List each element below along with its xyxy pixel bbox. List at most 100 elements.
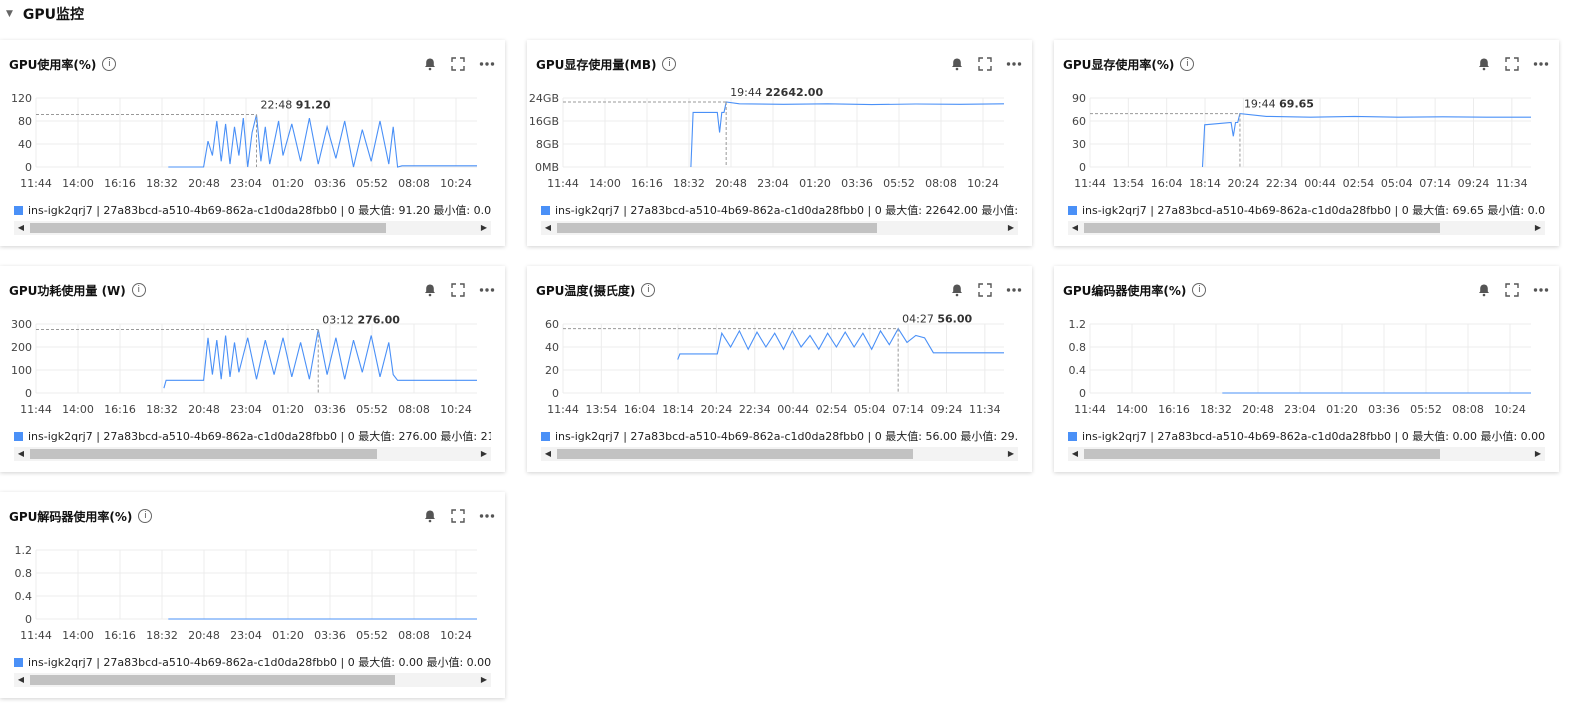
scroll-right-icon[interactable]: ▶ <box>1004 221 1018 235</box>
chart-plot[interactable]: 0 0.4 0.8 1.2 11:44 14:00 16:16 18:32 20:48 23:04… <box>1054 314 1559 424</box>
bell-icon[interactable] <box>423 509 437 523</box>
more-icon[interactable] <box>1533 283 1549 297</box>
y-tick-label: 0.8 <box>15 567 33 580</box>
legend-swatch <box>1068 431 1077 441</box>
scrollbar-thumb[interactable] <box>557 449 913 459</box>
info-icon[interactable]: i <box>131 283 146 297</box>
scroll-left-icon[interactable]: ◀ <box>1068 447 1082 461</box>
scroll-left-icon[interactable]: ◀ <box>541 221 555 235</box>
bell-icon[interactable] <box>423 283 437 297</box>
fullscreen-icon[interactable] <box>451 283 465 297</box>
legend-text: ins-igk2qrj7 | 27a83bcd-a510-4b69-862a-c… <box>555 204 1018 217</box>
chart-plot[interactable]: 0 30 60 90 11:44 13:54 16:04 18:14 20:24 22:34 00:… <box>1054 88 1559 198</box>
chart-card: GPU显存使用率(%) i 0 30 60 90 11:44 13:54 16:04 18:1… <box>1054 40 1559 246</box>
bell-icon[interactable] <box>423 57 437 71</box>
legend-scrollbar[interactable]: ◀ ▶ <box>541 447 1018 461</box>
x-tick-label: 16:16 <box>104 177 136 190</box>
scroll-right-icon[interactable]: ▶ <box>1531 447 1545 461</box>
chart-card: GPU编码器使用率(%) i 0 0.4 0.8 1.2 11:44 14:00 16:16… <box>1054 266 1559 472</box>
more-icon[interactable] <box>1533 57 1549 71</box>
chart-plot[interactable]: 0 20 40 60 11:44 13:54 16:04 18:14 20:24 22:34 00:… <box>527 314 1032 424</box>
fullscreen-icon[interactable] <box>1505 57 1519 71</box>
bell-icon[interactable] <box>1477 283 1491 297</box>
scroll-right-icon[interactable]: ▶ <box>477 221 491 235</box>
info-icon[interactable]: i <box>138 509 153 523</box>
collapse-caret-icon[interactable]: ▼ <box>6 9 13 19</box>
more-icon[interactable] <box>479 57 495 71</box>
tooltip-time: 22:48 <box>261 99 296 112</box>
x-tick-label: 00:44 <box>777 403 809 416</box>
fullscreen-icon[interactable] <box>451 509 465 523</box>
scrollbar-thumb[interactable] <box>30 675 395 685</box>
x-tick-label: 20:24 <box>1228 177 1260 190</box>
scrollbar-thumb[interactable] <box>1084 449 1440 459</box>
y-tick-label: 30 <box>1072 138 1086 151</box>
chart-card: GPU功耗使用量 (W) i 0 100 200 300 11:44 14:00 16:16… <box>0 266 505 472</box>
more-icon[interactable] <box>1006 57 1022 71</box>
x-tick-label: 00:44 <box>1304 177 1336 190</box>
section-header[interactable]: ▼ GPU监控 <box>6 4 84 24</box>
chart-legend[interactable]: ins-igk2qrj7 | 27a83bcd-a510-4b69-862a-c… <box>14 428 491 444</box>
info-icon[interactable]: i <box>641 283 656 297</box>
x-tick-label: 02:54 <box>1343 177 1375 190</box>
tooltip-value: 69.65 <box>1279 98 1314 111</box>
more-icon[interactable] <box>1006 283 1022 297</box>
scrollbar-thumb[interactable] <box>30 449 377 459</box>
card-header: GPU功耗使用量 (W) i <box>9 280 495 300</box>
scroll-left-icon[interactable]: ◀ <box>1068 221 1082 235</box>
info-icon[interactable]: i <box>1192 283 1207 297</box>
tooltip-value: 276.00 <box>357 314 400 327</box>
scroll-right-icon[interactable]: ▶ <box>477 447 491 461</box>
x-tick-label: 01:20 <box>799 177 831 190</box>
chart-legend[interactable]: ins-igk2qrj7 | 27a83bcd-a510-4b69-862a-c… <box>1068 202 1545 218</box>
info-icon[interactable]: i <box>102 57 117 71</box>
x-tick-label: 11:44 <box>20 177 52 190</box>
chart-legend[interactable]: ins-igk2qrj7 | 27a83bcd-a510-4b69-862a-c… <box>541 202 1018 218</box>
scrollbar-thumb[interactable] <box>30 223 386 233</box>
x-tick-label: 05:52 <box>356 403 388 416</box>
series-line <box>677 327 1004 360</box>
y-tick-label: 8GB <box>536 138 559 151</box>
fullscreen-icon[interactable] <box>978 283 992 297</box>
legend-scrollbar[interactable]: ◀ ▶ <box>14 221 491 235</box>
chart-plot[interactable]: 0MB 8GB 16GB 24GB 11:44 14:00 16:16 18:32 20:48 2… <box>527 88 1032 198</box>
x-tick-label: 05:52 <box>356 629 388 642</box>
bell-icon[interactable] <box>1477 57 1491 71</box>
more-icon[interactable] <box>479 283 495 297</box>
chart-plot[interactable]: 0 100 200 300 11:44 14:00 16:16 18:32 20:48 23:04… <box>0 314 505 424</box>
chart-legend[interactable]: ins-igk2qrj7 | 27a83bcd-a510-4b69-862a-c… <box>1068 428 1545 444</box>
scrollbar-thumb[interactable] <box>1084 223 1440 233</box>
legend-scrollbar[interactable]: ◀ ▶ <box>1068 447 1545 461</box>
info-icon[interactable]: i <box>662 57 677 71</box>
scrollbar-thumb[interactable] <box>557 223 877 233</box>
scroll-left-icon[interactable]: ◀ <box>14 447 28 461</box>
scroll-right-icon[interactable]: ▶ <box>1531 221 1545 235</box>
legend-scrollbar[interactable]: ◀ ▶ <box>541 221 1018 235</box>
legend-scrollbar[interactable]: ◀ ▶ <box>1068 221 1545 235</box>
more-icon[interactable] <box>479 509 495 523</box>
legend-scrollbar[interactable]: ◀ ▶ <box>14 673 491 687</box>
legend-scrollbar[interactable]: ◀ ▶ <box>14 447 491 461</box>
chart-legend[interactable]: ins-igk2qrj7 | 27a83bcd-a510-4b69-862a-c… <box>541 428 1018 444</box>
scroll-left-icon[interactable]: ◀ <box>14 673 28 687</box>
x-tick-label: 01:20 <box>272 629 304 642</box>
chart-plot[interactable]: 0 40 80 120 11:44 14:00 16:16 18:32 20:48 23:04 01… <box>0 88 505 198</box>
fullscreen-icon[interactable] <box>1505 283 1519 297</box>
fullscreen-icon[interactable] <box>978 57 992 71</box>
scroll-left-icon[interactable]: ◀ <box>14 221 28 235</box>
chart-plot[interactable]: 0 0.4 0.8 1.2 11:44 14:00 16:16 18:32 20:48 23:04… <box>0 540 505 650</box>
x-tick-label: 20:48 <box>188 629 220 642</box>
info-icon[interactable]: i <box>1180 57 1195 71</box>
series-line <box>1201 113 1531 168</box>
scroll-right-icon[interactable]: ▶ <box>477 673 491 687</box>
chart-card: GPU显存使用量(MB) i 0MB 8GB 16GB 24GB 11:44 14:00 1… <box>527 40 1032 246</box>
chart-legend[interactable]: ins-igk2qrj7 | 27a83bcd-a510-4b69-862a-c… <box>14 202 491 218</box>
bell-icon[interactable] <box>950 57 964 71</box>
scroll-left-icon[interactable]: ◀ <box>541 447 555 461</box>
x-tick-label: 11:44 <box>547 403 579 416</box>
bell-icon[interactable] <box>950 283 964 297</box>
scroll-right-icon[interactable]: ▶ <box>1004 447 1018 461</box>
fullscreen-icon[interactable] <box>451 57 465 71</box>
card-header: GPU解码器使用率(%) i <box>9 506 495 526</box>
chart-legend[interactable]: ins-igk2qrj7 | 27a83bcd-a510-4b69-862a-c… <box>14 654 491 670</box>
